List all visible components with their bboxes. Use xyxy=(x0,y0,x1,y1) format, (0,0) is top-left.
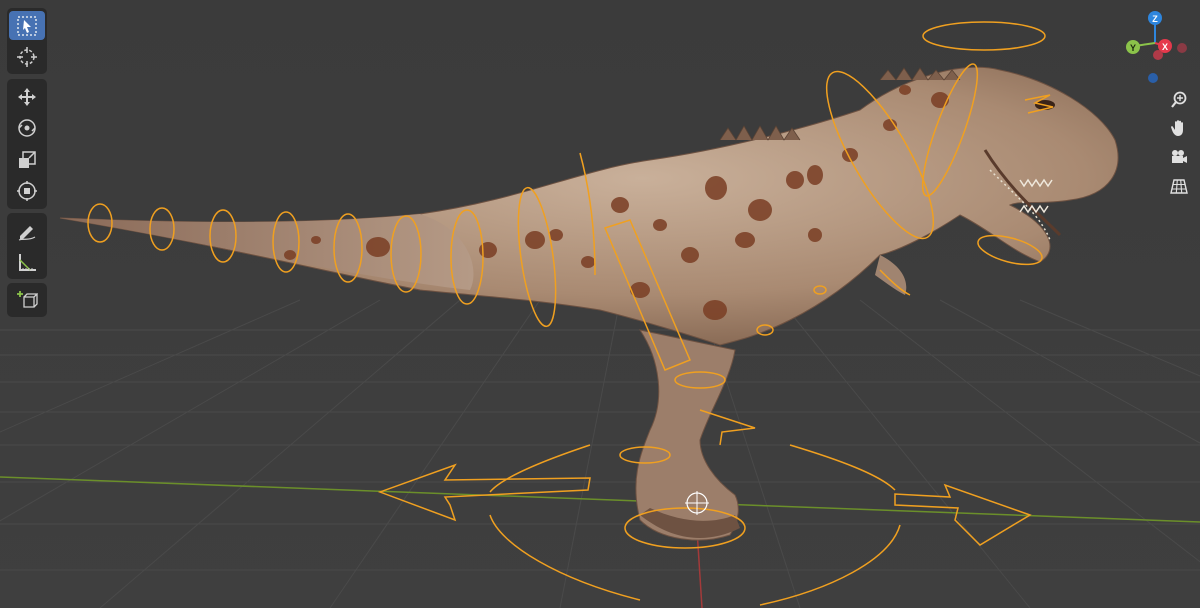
scale-tool-button[interactable] xyxy=(9,145,45,175)
move-arrows-icon xyxy=(18,87,36,106)
measure-ruler-icon xyxy=(19,253,36,271)
gizmo-neg-z[interactable] xyxy=(1148,73,1158,83)
transform-tool-button[interactable] xyxy=(9,177,45,207)
gizmo-z-label: Z xyxy=(1152,14,1158,24)
move-tool-button[interactable] xyxy=(9,82,45,112)
measure-tool-button[interactable] xyxy=(9,247,45,276)
gizmo-y-label: Y xyxy=(1130,43,1136,53)
annotate-tool-button[interactable] xyxy=(9,216,45,245)
zoom-magnifier-icon xyxy=(1171,91,1187,108)
scale-icon xyxy=(19,151,36,168)
hand-pan-icon xyxy=(1171,120,1183,136)
zoom-button[interactable] xyxy=(1166,87,1192,113)
rotate-icon xyxy=(18,119,36,137)
3d-viewport[interactable] xyxy=(0,0,1200,608)
tool-shelf-top xyxy=(7,8,47,74)
pan-button[interactable] xyxy=(1166,115,1192,141)
tool-shelf-transform xyxy=(7,79,47,209)
annotate-pencil-icon xyxy=(18,225,36,241)
transform-icon xyxy=(17,181,37,202)
gizmo-x-label: X xyxy=(1162,42,1168,52)
tool-shelf-annotate xyxy=(7,213,47,279)
tool-shelf-add xyxy=(7,283,47,317)
select-tool-button[interactable] xyxy=(9,11,45,40)
gizmo-neg-x[interactable] xyxy=(1177,43,1187,53)
select-box-icon xyxy=(17,15,37,36)
grid-perspective-icon xyxy=(1170,179,1188,194)
ortho-toggle-button[interactable] xyxy=(1166,173,1192,199)
navigation-gizmo[interactable]: Z Y X xyxy=(1120,8,1190,86)
camera-icon xyxy=(1172,150,1187,163)
add-cube-icon xyxy=(17,291,38,308)
cursor-crosshair-icon xyxy=(17,46,37,67)
add-cube-tool-button[interactable] xyxy=(9,286,45,314)
gizmo-neg-y[interactable] xyxy=(1153,50,1163,60)
cursor-tool-button[interactable] xyxy=(9,42,45,71)
camera-button[interactable] xyxy=(1166,144,1192,170)
rotate-tool-button[interactable] xyxy=(9,114,45,144)
